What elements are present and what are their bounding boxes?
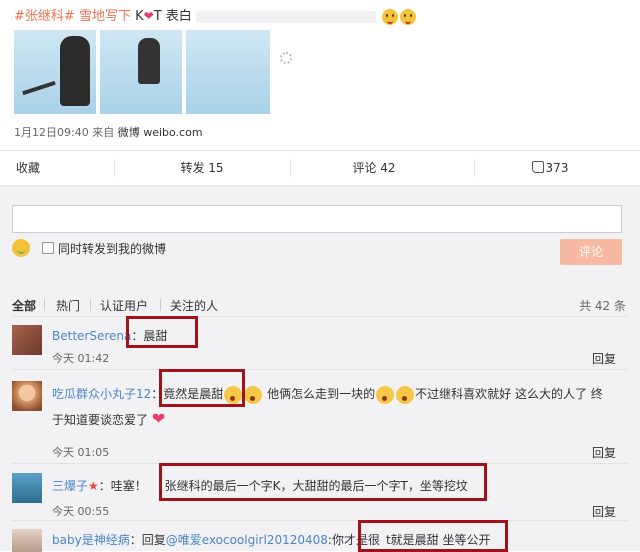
post-text: #张继科# 雪地写下 K❤T 表白	[14, 6, 626, 27]
divider	[114, 159, 115, 177]
person-arm	[22, 80, 56, 96]
comment-time: 今天 01:42	[52, 352, 110, 365]
comment-body: 回复	[141, 533, 166, 547]
post-text-topic: 雪地写下	[78, 9, 131, 24]
divider	[474, 159, 475, 177]
post-image-3[interactable]	[186, 30, 270, 114]
reply-button[interactable]: 回复	[592, 503, 616, 520]
comment-body-2: 他俩怎么走到一块的	[267, 387, 376, 401]
hashtag-link[interactable]: #张继科#	[14, 9, 75, 24]
comment-body: 哇塞！	[110, 479, 147, 493]
comment-time: 今天 00:55	[52, 505, 110, 518]
highlight-box	[358, 520, 508, 552]
tab-following[interactable]: 关注的人	[170, 297, 218, 314]
divider	[12, 520, 628, 521]
avatar[interactable]	[12, 529, 42, 552]
smiley-icon[interactable]	[12, 239, 30, 257]
surprised-emoji-icon	[396, 385, 415, 404]
avatar[interactable]	[12, 325, 42, 355]
tab-hot[interactable]: 热门	[56, 297, 80, 314]
comment-time: 今天 01:05	[52, 446, 110, 459]
highlight-box	[126, 316, 198, 348]
blurred-text	[195, 10, 376, 23]
post-text-t: T 表白	[153, 9, 192, 24]
highlight-box	[159, 463, 487, 501]
heart-icon: ❤	[151, 409, 166, 428]
comment-username[interactable]: BetterSerena	[52, 329, 131, 343]
comment-total: 共 42 条	[579, 299, 626, 313]
repost-button[interactable]: 转发 15	[162, 151, 242, 185]
comment-username[interactable]: 吃瓜群众小丸子12	[52, 387, 151, 401]
post-text-k: K	[135, 9, 144, 24]
divider	[12, 369, 628, 370]
like-button[interactable]: 373	[520, 151, 580, 185]
comment-2-line2: 于知道要谈恋爱了 ❤	[52, 409, 165, 428]
comment-username[interactable]: 三爆子	[52, 479, 88, 493]
repost-checkbox-label: 同时转发到我的微博	[58, 242, 167, 256]
reply-button[interactable]: 回复	[592, 444, 616, 461]
loading-icon	[280, 52, 292, 64]
highlight-box	[159, 369, 245, 407]
divider	[90, 299, 91, 311]
like-count: 373	[545, 161, 569, 175]
star-badge-icon: ★	[88, 479, 99, 493]
surprised-emoji-icon	[376, 385, 395, 404]
reply-button[interactable]: 回复	[592, 350, 616, 367]
thumbs-up-icon	[531, 161, 544, 173]
comment-button[interactable]: 评论 42	[334, 151, 414, 185]
smirk-emoji-icon	[244, 385, 263, 404]
divider	[290, 159, 291, 177]
comment-separator: ：	[129, 533, 142, 547]
comment-separator: ：	[98, 479, 111, 493]
tab-all[interactable]: 全部	[12, 297, 36, 314]
post-from-label: 来自	[92, 126, 115, 139]
comment-2: 吃瓜群众小丸子12：竟然是晨甜 他俩怎么走到一块的 不过继科喜欢就好 这么大的人了…	[52, 385, 603, 404]
comments-section: 同时转发到我的微博 评论 全部 热门 认证用户 关注的人 共 42 条 Bett…	[0, 186, 640, 552]
emoji-icon	[382, 8, 399, 25]
post-source[interactable]: 微博 weibo.com	[118, 126, 203, 139]
person-figure	[138, 38, 160, 84]
submit-comment-button[interactable]: 评论	[560, 239, 622, 265]
divider	[44, 299, 45, 311]
comment-body-3: 不过继科喜欢就好 这么大的人了 终	[415, 387, 603, 401]
post-image-2[interactable]	[100, 30, 182, 114]
heart-icon: ❤	[143, 9, 154, 23]
comment-body-4: 于知道要谈恋爱了	[52, 413, 149, 427]
person-figure	[60, 36, 90, 106]
tab-verified[interactable]: 认证用户	[100, 297, 148, 314]
repost-checkbox[interactable]	[42, 242, 54, 254]
action-bar: 收藏 转发 15 评论 42 373	[0, 150, 640, 186]
post-meta: 1月12日09:40 来自 微博 weibo.com	[14, 124, 203, 140]
divider	[160, 299, 161, 311]
avatar[interactable]	[12, 473, 42, 503]
bookmark-button[interactable]: 收藏	[0, 151, 56, 185]
post-date[interactable]: 1月12日09:40	[14, 126, 89, 139]
comment-input[interactable]	[12, 205, 622, 233]
comment-username[interactable]: baby是神经病	[52, 533, 130, 547]
surprised-emoji-icon	[400, 8, 417, 25]
mention-link[interactable]: @唯爱exocoolgirl20120408	[166, 533, 328, 547]
avatar[interactable]	[12, 381, 42, 411]
divider	[12, 316, 628, 317]
post-image-1[interactable]	[14, 30, 96, 114]
